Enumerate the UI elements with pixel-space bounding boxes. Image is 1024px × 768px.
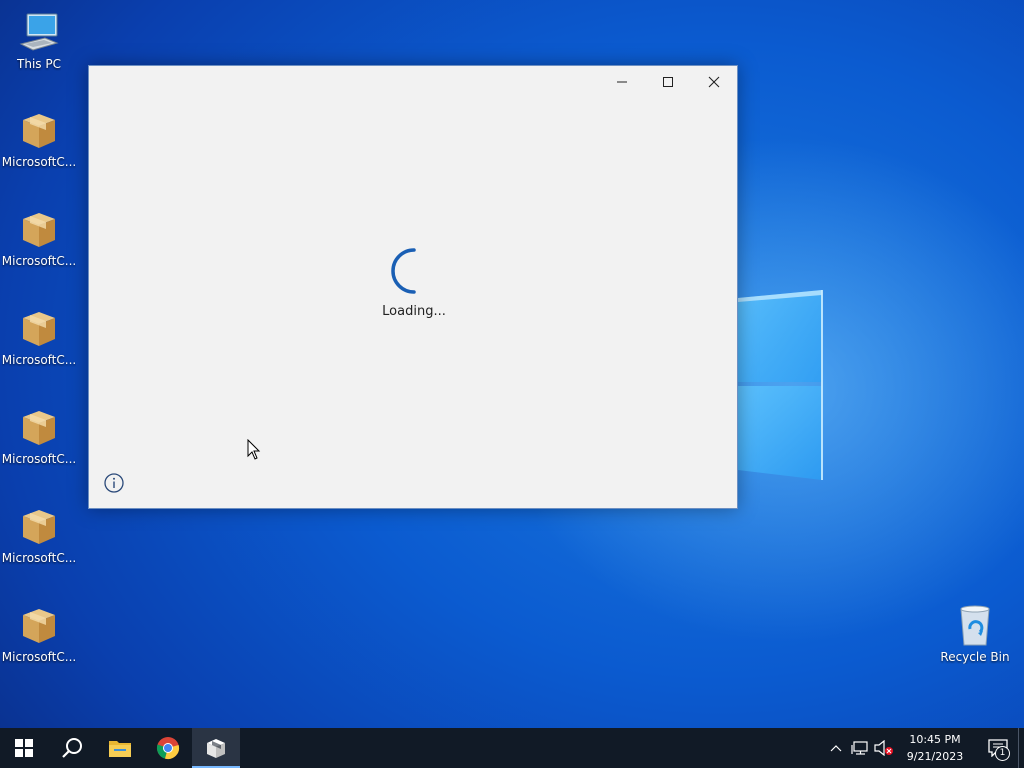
desktop-icon-label: MicrosoftC...: [1, 353, 77, 367]
desktop-icon-label: MicrosoftC...: [1, 254, 77, 268]
package-box-icon: [17, 108, 61, 152]
package-box-icon: [17, 405, 61, 449]
desktop-icon-package-4[interactable]: MicrosoftC...: [1, 405, 77, 466]
info-button[interactable]: [103, 472, 125, 494]
info-icon: [104, 473, 124, 493]
search-icon: [62, 738, 82, 758]
action-center-button[interactable]: 1: [978, 728, 1018, 768]
system-tray: 10:45 PM 9/21/2023 1: [824, 728, 1024, 768]
volume-button[interactable]: [872, 728, 896, 768]
loading-spinner-icon: [391, 248, 416, 294]
desktop-icon-package-1[interactable]: MicrosoftC...: [1, 108, 77, 169]
network-button[interactable]: [848, 728, 872, 768]
package-box-icon: [17, 306, 61, 350]
taskbar: 10:45 PM 9/21/2023 1: [0, 728, 1024, 768]
package-box-icon: [17, 504, 61, 548]
package-box-icon: [17, 603, 61, 647]
desktop-icon-this-pc[interactable]: This PC: [1, 10, 77, 71]
desktop-icon-label: MicrosoftC...: [1, 155, 77, 169]
clock-date: 9/21/2023: [906, 750, 964, 763]
close-button[interactable]: [691, 66, 737, 98]
show-hidden-icons-button[interactable]: [824, 728, 848, 768]
network-icon: [851, 741, 868, 755]
recycle-bin-icon: [953, 603, 997, 647]
windows-start-icon: [15, 739, 33, 757]
start-button[interactable]: [0, 728, 48, 768]
window-controls: [599, 66, 737, 98]
chevron-up-icon: [830, 745, 842, 752]
chrome-button[interactable]: [144, 728, 192, 768]
desktop-icon-package-2[interactable]: MicrosoftC...: [1, 207, 77, 268]
clock-time: 10:45 PM: [909, 733, 961, 746]
desktop-icon-package-3[interactable]: MicrosoftC...: [1, 306, 77, 367]
chrome-icon: [156, 737, 180, 760]
maximize-button[interactable]: [645, 66, 691, 98]
volume-muted-icon: [874, 740, 893, 756]
minimize-icon: [617, 81, 627, 83]
file-explorer-button[interactable]: [96, 728, 144, 768]
loading-status-text: Loading...: [382, 304, 446, 319]
maximize-icon: [663, 77, 673, 87]
desktop-icon-package-5[interactable]: MicrosoftC...: [1, 504, 77, 565]
folder-icon: [109, 741, 131, 757]
show-desktop-button[interactable]: [1018, 728, 1024, 768]
desktop-icon-recycle-bin[interactable]: Recycle Bin: [937, 603, 1013, 664]
close-icon: [708, 76, 720, 88]
taskbar-clock[interactable]: 10:45 PM 9/21/2023: [900, 731, 970, 765]
app-installer-taskbar-button[interactable]: [192, 728, 240, 768]
desktop-icon-label: This PC: [17, 57, 61, 71]
computer-icon: [17, 10, 61, 54]
package-box-icon: [207, 739, 225, 758]
desktop-icon-package-6[interactable]: MicrosoftC...: [1, 603, 77, 664]
search-button[interactable]: [48, 728, 96, 768]
desktop-icon-label: Recycle Bin: [940, 650, 1010, 664]
notification-count-badge: 1: [995, 746, 1010, 761]
desktop-icon-label: MicrosoftC...: [1, 452, 77, 466]
package-box-icon: [17, 207, 61, 251]
desktop-icon-label: MicrosoftC...: [1, 650, 77, 664]
mouse-cursor-icon: [247, 439, 261, 460]
app-window: Loading...: [88, 65, 738, 509]
minimize-button[interactable]: [599, 66, 645, 98]
desktop-icon-label: MicrosoftC...: [1, 551, 77, 565]
